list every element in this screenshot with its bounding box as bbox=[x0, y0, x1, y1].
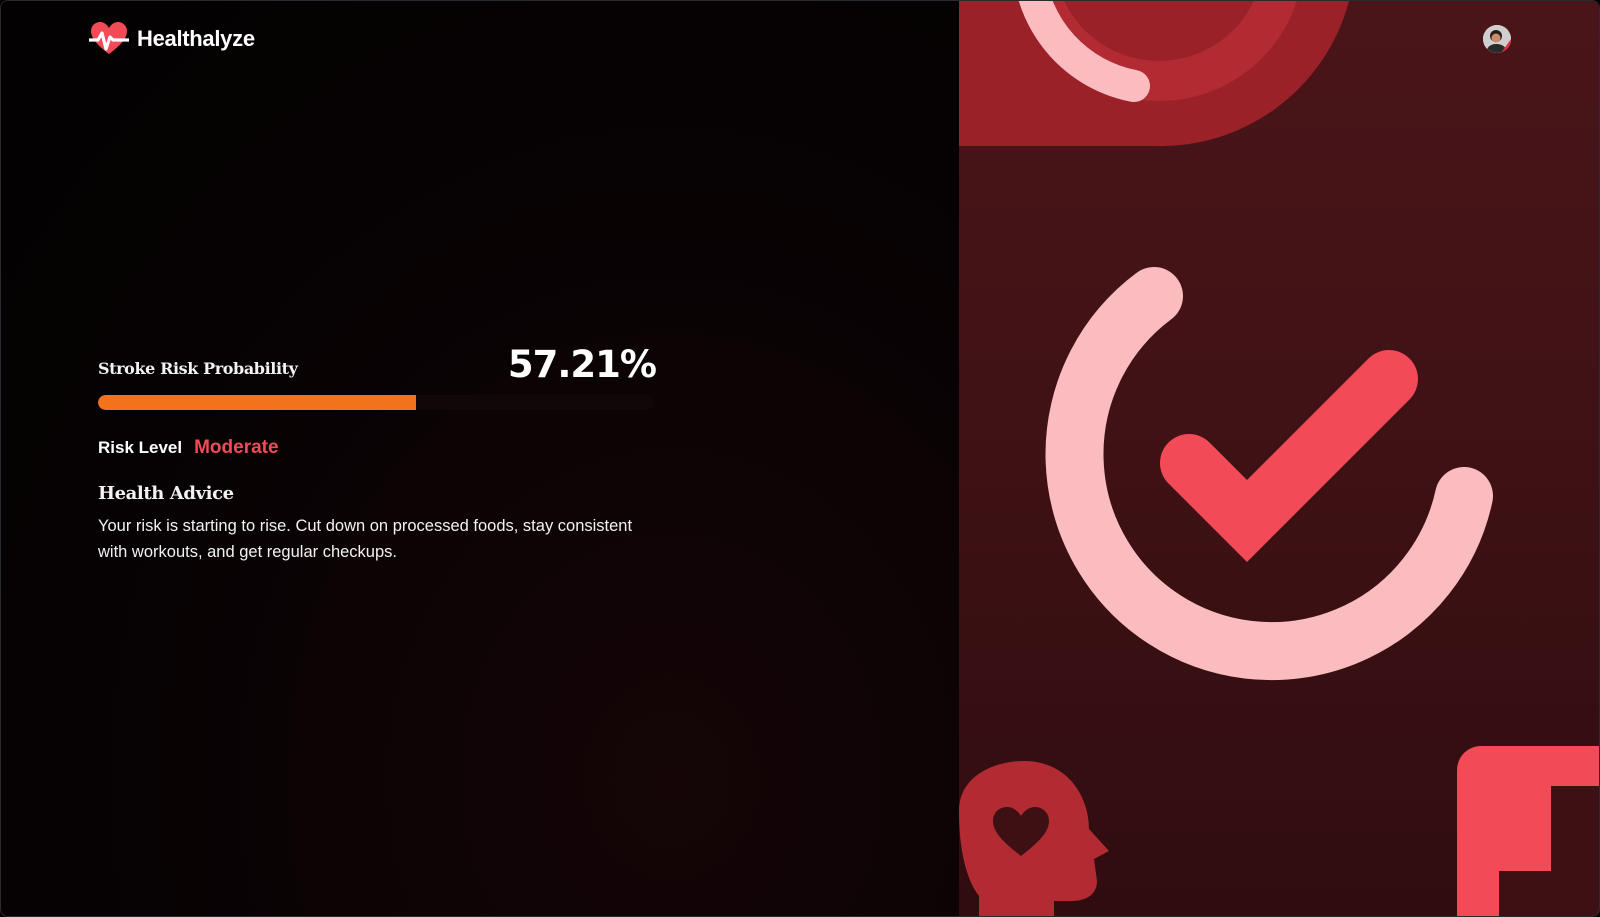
probability-value: 57.21% bbox=[507, 343, 657, 386]
risk-level-value: Moderate bbox=[194, 437, 279, 458]
avatar-icon bbox=[1483, 25, 1511, 53]
ring-icon bbox=[959, 1, 1349, 147]
user-avatar[interactable] bbox=[1483, 25, 1511, 53]
risk-progress-fill bbox=[98, 395, 417, 410]
checkmark-circle-icon bbox=[1045, 267, 1493, 681]
results-panel: Healthalyze Stroke Risk Probability 57.2… bbox=[1, 1, 959, 916]
health-illustration bbox=[959, 1, 1599, 916]
probability-label: Stroke Risk Probability bbox=[98, 359, 298, 378]
brand-logo[interactable]: Healthalyze bbox=[89, 21, 255, 57]
medical-cross-icon bbox=[1457, 746, 1599, 916]
illustration-panel bbox=[959, 1, 1599, 916]
risk-level-row: Risk Level Moderate bbox=[98, 437, 656, 459]
heart-pulse-icon bbox=[89, 22, 129, 54]
health-advice-text: Your risk is starting to rise. Cut down … bbox=[98, 517, 633, 561]
app-window: Healthalyze Stroke Risk Probability 57.2… bbox=[0, 0, 1600, 917]
risk-level-label: Risk Level bbox=[98, 438, 183, 457]
app-name: Healthalyze bbox=[137, 26, 255, 51]
probability-row: Stroke Risk Probability 57.21% bbox=[98, 343, 657, 389]
results-card: Stroke Risk Probability 57.21% Risk Leve… bbox=[98, 343, 657, 565]
risk-progress-bar bbox=[98, 395, 654, 410]
health-advice-title: Health Advice bbox=[98, 483, 234, 504]
head-heart-icon bbox=[959, 761, 1109, 916]
